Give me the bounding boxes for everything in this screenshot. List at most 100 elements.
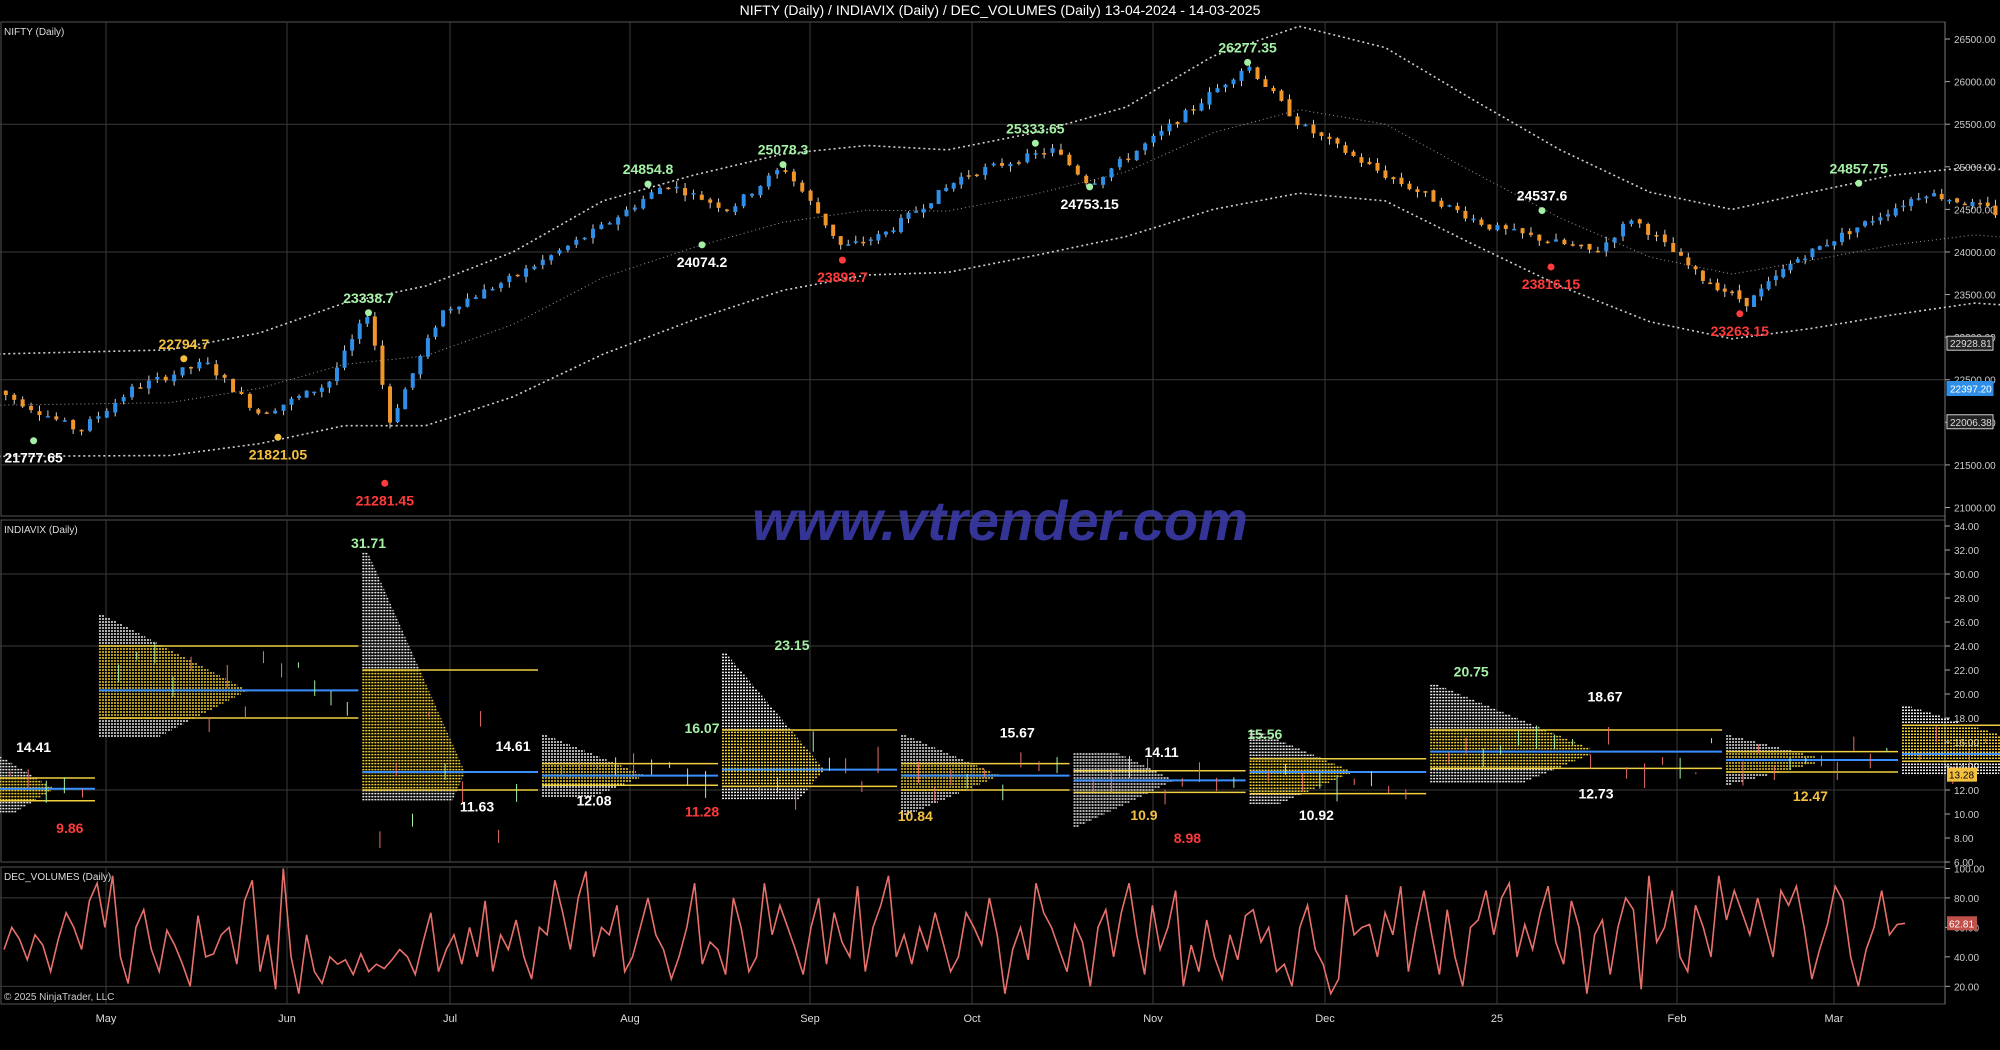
candle-body — [1008, 163, 1013, 167]
candle-body — [146, 380, 151, 389]
candle-body — [1167, 123, 1172, 132]
lower-band — [0, 192, 2000, 458]
y-tick-label: 22.00 — [1954, 666, 1979, 677]
candle-body — [1000, 163, 1005, 166]
candle-body — [1855, 227, 1860, 233]
candle-body — [515, 274, 520, 277]
candle-body — [716, 202, 721, 208]
dec-volume-line — [3, 868, 1906, 996]
candle-body — [71, 420, 76, 430]
y-tick-label: 80.00 — [1954, 894, 1979, 905]
candle-body — [1327, 136, 1332, 139]
candle-body — [1383, 170, 1388, 178]
candle-body — [1715, 282, 1720, 291]
candle-body — [1399, 177, 1404, 185]
pivot-label: 21821.05 — [249, 446, 308, 462]
vix-label: 11.63 — [460, 799, 494, 815]
candle-body — [1151, 135, 1156, 143]
candle-body — [1612, 237, 1617, 243]
candle-body — [1295, 116, 1300, 126]
vix-label: 12.08 — [576, 793, 611, 809]
pivot-label: 24537.6 — [1517, 188, 1568, 204]
candle-body — [1686, 257, 1691, 266]
x-tick-label: Jun — [278, 1013, 296, 1025]
price-marker-label: 22006.38 — [1950, 418, 1992, 429]
y-tick-label: 28.00 — [1954, 594, 1979, 605]
candle-body — [1621, 223, 1625, 237]
candle-body — [783, 170, 788, 172]
pivot-marker — [365, 309, 372, 317]
candle-body — [448, 308, 453, 311]
candle-body — [1207, 92, 1212, 105]
y-tick-label: 24.00 — [1954, 642, 1979, 653]
candle-body — [1033, 153, 1038, 155]
candle-body — [1916, 198, 1921, 200]
candle-body — [991, 163, 996, 166]
panel-label: INDIAVIX (Daily) — [4, 525, 78, 536]
candle-body — [281, 404, 286, 411]
candle-body — [831, 224, 836, 236]
candle-body — [674, 186, 679, 189]
candle-body — [457, 306, 462, 310]
candle-body — [342, 350, 347, 368]
candle-body — [1520, 228, 1525, 234]
candle-body — [441, 310, 446, 327]
candle-body — [1604, 242, 1609, 252]
candle-body — [641, 199, 646, 209]
candle-body — [1744, 297, 1749, 307]
candle-body — [380, 345, 385, 385]
x-tick-label: Mar — [1825, 1013, 1844, 1025]
chart-canvas: May Jun Jul Aug Sep Oct Nov Dec 25 Feb Mar 21000.00… — [0, 21, 2000, 1025]
candle-body — [410, 373, 415, 388]
candle-body — [838, 236, 843, 245]
vix-label: 10.84 — [898, 808, 933, 824]
candle-body — [172, 374, 177, 382]
candle-body — [1970, 201, 1975, 207]
candle-body — [1391, 177, 1396, 180]
candle-body — [388, 386, 393, 423]
candle-body — [1126, 158, 1131, 161]
candle-body — [1932, 193, 1937, 197]
candle-body — [1629, 220, 1634, 225]
candle-body — [1766, 281, 1771, 290]
candle-body — [1803, 258, 1808, 261]
panel-label: NIFTY (Daily) — [4, 27, 64, 38]
candle-body — [264, 412, 269, 414]
candle-body — [868, 239, 873, 241]
candle-body — [96, 416, 101, 419]
panel-frame — [0, 21, 1946, 517]
candle-body — [1730, 291, 1735, 294]
pivot-label: 24074.2 — [677, 254, 728, 270]
candle-body — [1781, 269, 1786, 278]
candle-body — [1311, 124, 1316, 134]
vix-label: 20.75 — [1454, 663, 1489, 679]
candle-body — [1143, 143, 1148, 151]
y-tick-label: 10.00 — [1954, 810, 1979, 821]
candle-body — [524, 268, 529, 277]
candle-body — [853, 241, 858, 243]
candle-body — [79, 429, 84, 432]
vix-label: 10.9 — [1130, 807, 1157, 823]
candle-body — [1367, 161, 1372, 165]
candle-body — [1263, 79, 1268, 88]
candle-body — [791, 171, 796, 182]
candle-body — [1886, 214, 1891, 217]
candle-body — [1016, 162, 1021, 164]
candle-body — [12, 394, 17, 400]
candle-body — [758, 185, 763, 196]
candle-body — [1893, 208, 1898, 216]
pivot-marker — [1086, 183, 1094, 191]
pivot-label: 21281.45 — [356, 492, 415, 508]
candle-body — [1058, 149, 1063, 155]
x-tick-label: May — [96, 1013, 117, 1025]
candle-body — [1025, 153, 1030, 163]
candle-body — [649, 192, 654, 199]
candle-body — [1847, 231, 1852, 235]
candle-body — [1679, 252, 1684, 256]
candle-body — [1487, 224, 1492, 230]
candle-body — [691, 193, 696, 195]
candle-body — [247, 393, 252, 408]
candle-body — [1109, 168, 1114, 178]
pivot-label: 23816.15 — [1522, 276, 1581, 292]
candle-body — [616, 217, 621, 225]
